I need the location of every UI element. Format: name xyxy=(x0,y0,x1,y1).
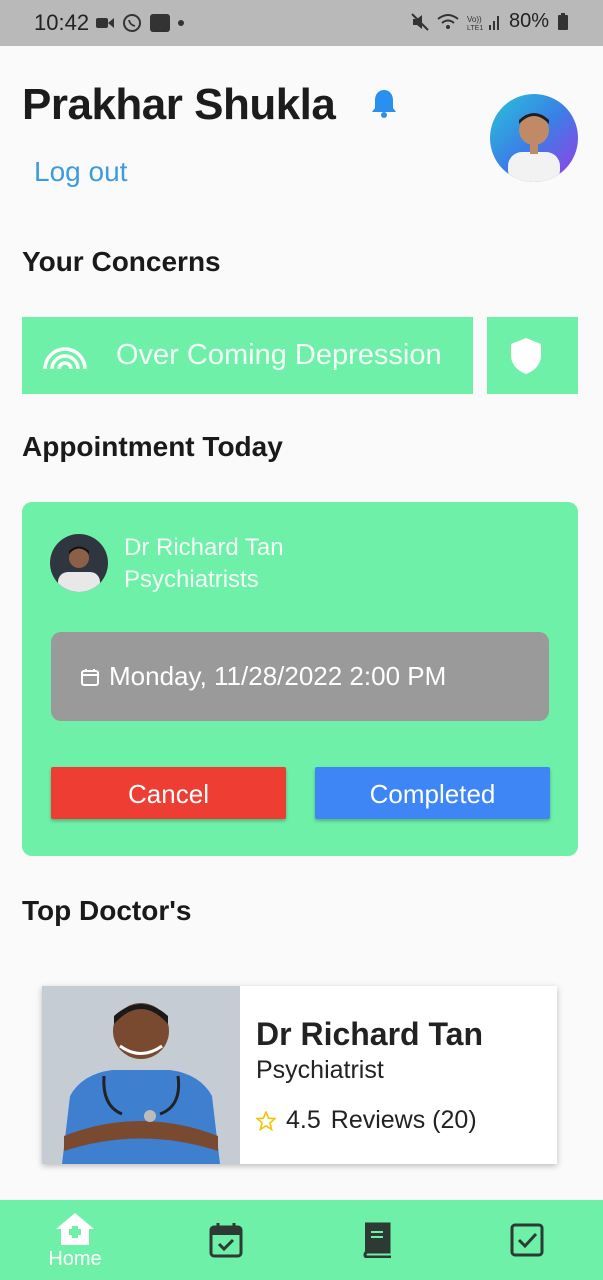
concern-card-depression[interactable]: Over Coming Depression xyxy=(22,317,473,394)
calendar-check-icon xyxy=(209,1223,243,1258)
concerns-title: Your Concerns xyxy=(22,246,221,277)
book-icon xyxy=(363,1222,391,1258)
logout-link[interactable]: Log out xyxy=(34,156,127,188)
cancel-button[interactable]: Cancel xyxy=(51,767,286,819)
appointment-card: Dr Richard Tan Psychiatrists Monday, 11/… xyxy=(22,502,578,856)
nav-library[interactable] xyxy=(357,1200,397,1280)
top-doctors-title: Top Doctor's xyxy=(22,895,192,926)
calendar-icon xyxy=(81,668,99,686)
profile-avatar[interactable] xyxy=(490,94,578,182)
completed-button[interactable]: Completed xyxy=(315,767,550,819)
appointment-title: Appointment Today xyxy=(22,431,283,462)
mute-icon xyxy=(411,12,429,31)
status-time: 10:42 xyxy=(34,10,90,35)
nav-home[interactable]: Home xyxy=(44,1200,106,1280)
appointment-doctor-name: Dr Richard Tan xyxy=(124,534,284,561)
datetime-text: Monday, 11/28/2022 2:00 PM xyxy=(109,661,447,691)
video-icon xyxy=(96,18,114,28)
bottom-nav: Home xyxy=(0,1200,603,1280)
bell-icon[interactable] xyxy=(370,88,398,120)
doctor-silhouette-icon xyxy=(58,546,100,592)
battery-percent: 80% xyxy=(508,10,549,32)
signal-icon: Vo))LTE1 xyxy=(467,15,499,31)
wifi-icon xyxy=(437,13,459,29)
dot-icon xyxy=(178,20,184,26)
user-name: Prakhar Shukla xyxy=(22,80,336,129)
checkbox-icon xyxy=(510,1223,544,1257)
whatsapp-icon xyxy=(123,14,141,32)
doctor-photo-silhouette-icon xyxy=(42,986,240,1164)
svg-text:LTE1: LTE1 xyxy=(467,25,483,31)
concerns-carousel[interactable]: Over Coming Depression xyxy=(22,317,578,394)
notification-icons xyxy=(96,13,184,33)
doctor-specialty: Psychiatrist xyxy=(256,1056,384,1084)
rainbow-icon xyxy=(43,346,87,369)
doctor-avatar xyxy=(50,534,108,592)
paytm-icon xyxy=(150,14,170,32)
shield-icon xyxy=(511,337,541,374)
doctor-card[interactable]: Dr Richard Tan Psychiatrist 4.5 Reviews … xyxy=(42,986,557,1164)
nav-tasks[interactable] xyxy=(507,1200,547,1280)
nav-appointments[interactable] xyxy=(206,1200,246,1280)
doctor-name: Dr Richard Tan xyxy=(256,1016,483,1052)
doctor-rating: 4.5 Reviews (20) xyxy=(256,1106,477,1135)
status-bar: 10:42 Vo)) LTE1 80% xyxy=(0,0,603,46)
concern-card-2[interactable] xyxy=(487,317,578,394)
person-silhouette-icon xyxy=(508,113,560,182)
appointment-datetime: Monday, 11/28/2022 2:00 PM xyxy=(51,632,549,721)
home-icon xyxy=(56,1213,94,1245)
rating-value: 4.5 xyxy=(286,1106,321,1134)
appointment-doctor-specialty: Psychiatrists xyxy=(124,566,259,593)
svg-text:Vo)): Vo)) xyxy=(467,15,482,24)
doctor-photo xyxy=(42,986,240,1164)
nav-home-label: Home xyxy=(48,1248,102,1270)
reviews-count: Reviews (20) xyxy=(330,1106,477,1134)
concern-label: Over Coming Depression xyxy=(116,339,442,371)
star-icon xyxy=(256,1110,276,1131)
battery-icon xyxy=(558,12,568,30)
